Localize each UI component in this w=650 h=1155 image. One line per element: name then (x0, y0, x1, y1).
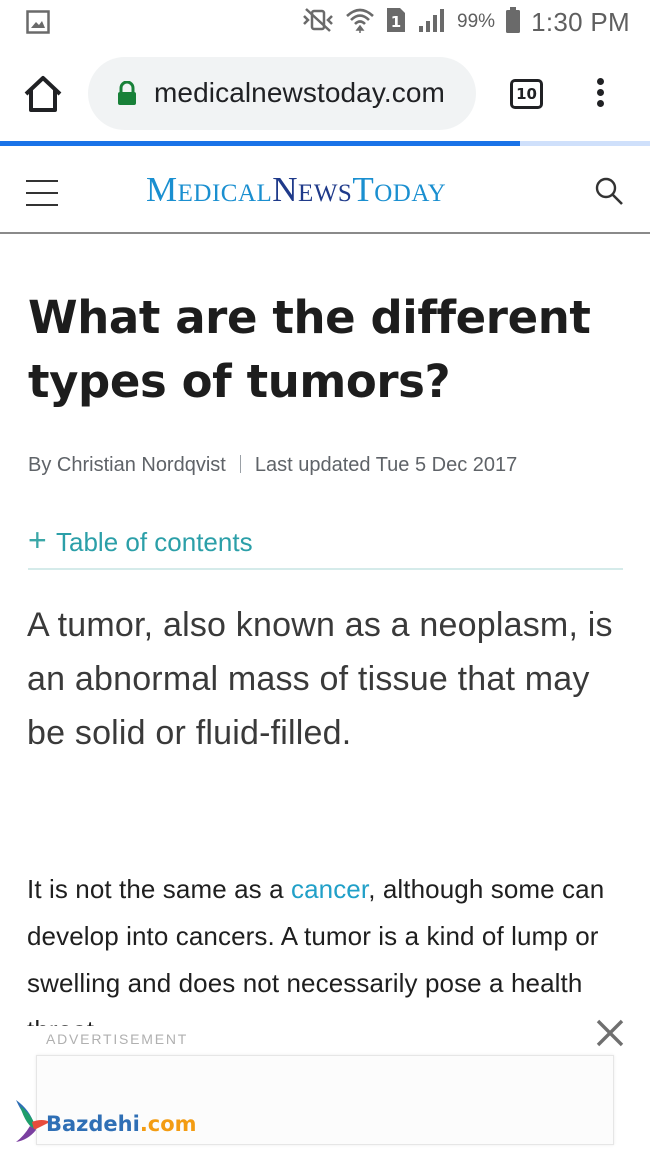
overflow-menu-icon (596, 78, 604, 85)
logo-medical: Medical (146, 170, 273, 209)
vibrate-mute-icon (301, 7, 335, 38)
home-button[interactable] (22, 74, 64, 114)
status-bar: 1 99% 1:30 PM (0, 0, 650, 44)
wifi-icon (345, 6, 375, 39)
article-title: What are the different types of tumors? (28, 291, 591, 408)
watermark-domain: .com (139, 1112, 197, 1136)
sim-icon: 1 (385, 6, 407, 39)
battery-percentage: 99% (457, 11, 496, 32)
url-text: medicalnewstoday.com (154, 77, 445, 108)
watermark-text: Bazdehi.com (46, 1112, 197, 1136)
author-link[interactable]: By Christian Nordqvist (28, 454, 226, 476)
battery-icon (505, 6, 521, 39)
status-icons: 1 99% 1:30 PM (301, 4, 630, 40)
tabs-icon-count: 10 (516, 85, 537, 103)
logo-today: Today (352, 170, 447, 209)
cancer-link[interactable]: cancer (291, 874, 368, 904)
home-icon (24, 76, 62, 112)
address-bar[interactable]: medicalnewstoday.com (88, 57, 476, 130)
paragraph-text: It is not the same as a (27, 874, 291, 904)
table-of-contents-toggle[interactable]: + Table of contents (28, 522, 623, 570)
article-lede: A tumor, also known as a neoplasm, is an… (27, 606, 613, 752)
close-icon[interactable] (594, 1017, 626, 1049)
logo-news: News (272, 170, 353, 209)
last-updated: Last updated Tue 5 Dec 2017 (254, 454, 518, 476)
watermark: Bazdehi.com (12, 1096, 212, 1146)
sim-slot-number: 1 (391, 13, 401, 31)
site-logo[interactable]: MedicalNewsToday (146, 170, 446, 210)
plus-icon: + (28, 522, 47, 558)
article-byline: By Christian Nordqvist Last updated Tue 5… (28, 454, 517, 477)
advertisement-label: ADVERTISEMENT (46, 1031, 199, 1047)
signal-icon (417, 6, 447, 39)
overflow-menu-button[interactable] (589, 78, 611, 112)
hamburger-menu-icon[interactable] (26, 180, 58, 206)
clock: 1:30 PM (531, 6, 630, 37)
search-icon[interactable] (594, 176, 624, 206)
site-header: MedicalNewsToday (0, 146, 650, 234)
byline-divider (239, 455, 241, 473)
toc-label: Table of contents (56, 527, 253, 557)
watermark-name: Bazdehi (46, 1112, 140, 1136)
article-paragraph: It is not the same as a cancer, although… (27, 866, 627, 1026)
gallery-notification-icon (26, 10, 50, 39)
lock-icon (116, 80, 138, 112)
browser-toolbar: medicalnewstoday.com 10 (0, 44, 650, 142)
tabs-button[interactable]: 10 (510, 79, 543, 109)
